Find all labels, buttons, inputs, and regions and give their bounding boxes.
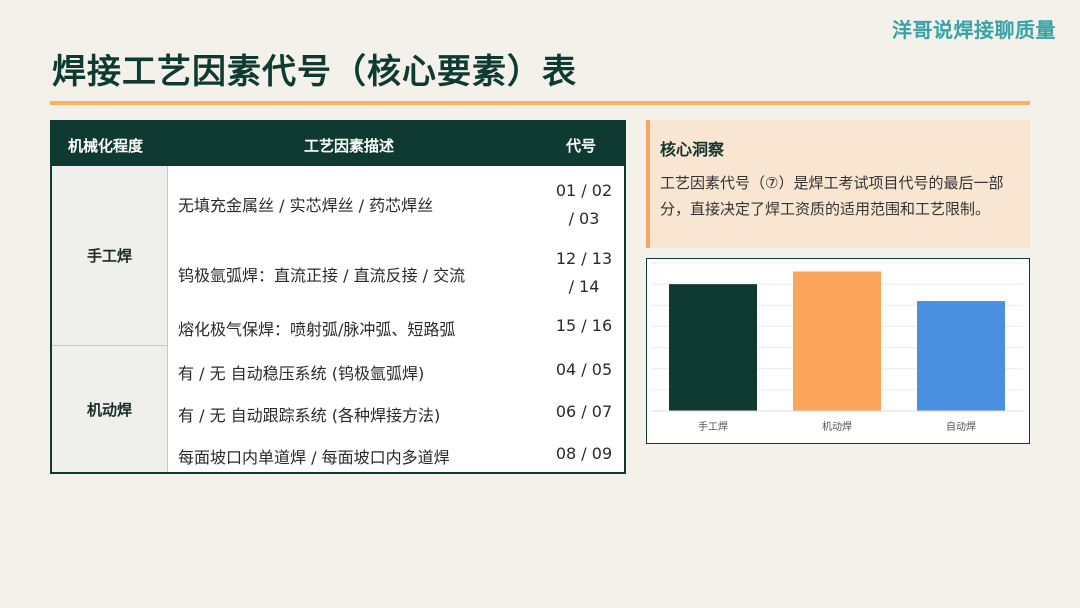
row-description: 钨极氩弧焊：直流正接 / 直流反接 / 交流 bbox=[178, 266, 466, 285]
insight-box: 核心洞察 工艺因素代号（⑦）是焊工考试项目代号的最后一部 分，直接决定了焊工资质… bbox=[646, 120, 1030, 248]
bar-chart-svg: 手工焊 机动焊 自动焊 bbox=[651, 262, 1023, 433]
row-description: 无填充金属丝 / 实芯焊丝 / 药芯焊丝 bbox=[178, 196, 434, 215]
header-description: 工艺因素描述 bbox=[304, 137, 395, 155]
x-tick-label: 自动焊 bbox=[946, 420, 976, 433]
row-code-line1: 06 / 07 bbox=[555, 402, 613, 421]
row-code: 15 / 16 bbox=[544, 312, 624, 340]
row-description: 有 / 无 自动跟踪系统 (各种焊接方法) bbox=[178, 406, 441, 425]
bar-0 bbox=[669, 284, 757, 411]
group-mechanized: 机动焊 bbox=[52, 346, 168, 472]
row-code: 06 / 07 bbox=[544, 398, 624, 426]
row-code: 01 / 02 / 03 bbox=[544, 177, 624, 233]
row-code: 04 / 05 bbox=[544, 356, 624, 384]
row-code-line2: / 03 bbox=[568, 209, 600, 228]
table-row: 无填充金属丝 / 实芯焊丝 / 药芯焊丝 01 / 02 / 03 bbox=[168, 174, 624, 236]
row-code-line1: 15 / 16 bbox=[555, 316, 613, 335]
title-divider bbox=[50, 101, 1030, 105]
row-code-line1: 08 / 09 bbox=[555, 444, 613, 463]
table-row: 熔化极气保焊：喷射弧/脉冲弧、短路弧 15 / 16 bbox=[168, 312, 624, 342]
row-code-line2: / 14 bbox=[568, 277, 600, 296]
insight-title: 核心洞察 bbox=[660, 140, 725, 159]
header-code: 代号 bbox=[566, 137, 597, 155]
row-code-line1: 04 / 05 bbox=[555, 360, 613, 379]
row-description: 每面坡口内单道焊 / 每面坡口内多道焊 bbox=[178, 448, 450, 467]
row-description: 熔化极气保焊：喷射弧/脉冲弧、短路弧 bbox=[178, 320, 456, 339]
table-row: 每面坡口内单道焊 / 每面坡口内多道焊 08 / 09 bbox=[168, 440, 624, 470]
row-code: 08 / 09 bbox=[544, 440, 624, 468]
bar-1 bbox=[793, 271, 881, 411]
insight-line: 分，直接决定了焊工资质的适用范围和工艺限制。 bbox=[660, 200, 991, 218]
x-tick-label: 手工焊 bbox=[698, 420, 728, 433]
table-row: 有 / 无 自动稳压系统 (钨极氩弧焊) 04 / 05 bbox=[168, 356, 624, 386]
insight-line: 工艺因素代号（⑦）是焊工考试项目代号的最后一部 bbox=[660, 174, 1004, 192]
page-title: 焊接工艺因素代号（核心要素）表 bbox=[52, 52, 577, 92]
table-row: 钨极氩弧焊：直流正接 / 直流反接 / 交流 12 / 13 / 14 bbox=[168, 242, 624, 304]
bar-chart: 手工焊 机动焊 自动焊 bbox=[646, 258, 1030, 444]
row-description: 有 / 无 自动稳压系统 (钨极氩弧焊) bbox=[178, 364, 425, 383]
x-tick-label: 机动焊 bbox=[822, 420, 852, 433]
table-header: 机械化程度 工艺因素描述 代号 bbox=[52, 122, 624, 166]
row-code-line1: 12 / 13 bbox=[555, 249, 613, 268]
header-mechanization: 机械化程度 bbox=[68, 137, 144, 155]
row-code: 12 / 13 / 14 bbox=[544, 245, 624, 301]
table-row: 有 / 无 自动跟踪系统 (各种焊接方法) 06 / 07 bbox=[168, 398, 624, 428]
bar-2 bbox=[917, 301, 1005, 411]
insight-body: 工艺因素代号（⑦）是焊工考试项目代号的最后一部 分，直接决定了焊工资质的适用范围… bbox=[660, 170, 1018, 222]
brand-label: 洋哥说焊接聊质量 bbox=[892, 18, 1056, 42]
process-factor-table: 机械化程度 工艺因素描述 代号 手工焊 机动焊 无填充金属丝 / 实芯焊丝 / … bbox=[50, 120, 626, 474]
group-manual: 手工焊 bbox=[52, 166, 168, 346]
row-code-line1: 01 / 02 bbox=[555, 181, 613, 200]
